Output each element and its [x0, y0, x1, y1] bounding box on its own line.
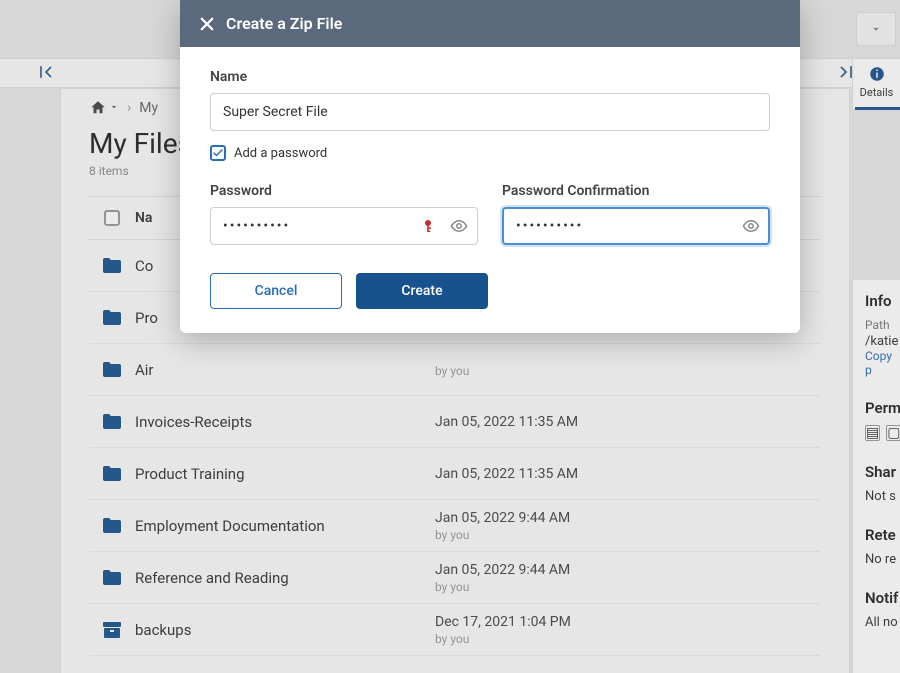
cancel-button[interactable]: Cancel [210, 273, 342, 309]
add-password-checkbox[interactable]: Add a password [210, 145, 770, 161]
add-password-label: Add a password [234, 146, 327, 161]
password-label: Password [210, 183, 478, 199]
password-confirm-input[interactable] [502, 207, 770, 245]
close-icon[interactable] [198, 15, 216, 33]
zip-name-input[interactable] [210, 93, 770, 131]
modal-title: Create a Zip File [226, 14, 342, 33]
create-zip-modal: Create a Zip File Name Add a password Pa… [180, 0, 800, 333]
toggle-visibility-icon[interactable] [740, 215, 762, 237]
toggle-visibility-icon[interactable] [448, 215, 470, 237]
generate-password-icon[interactable] [420, 215, 442, 237]
password-confirm-label: Password Confirmation [502, 183, 770, 199]
create-button[interactable]: Create [356, 273, 488, 309]
name-label: Name [210, 69, 770, 85]
